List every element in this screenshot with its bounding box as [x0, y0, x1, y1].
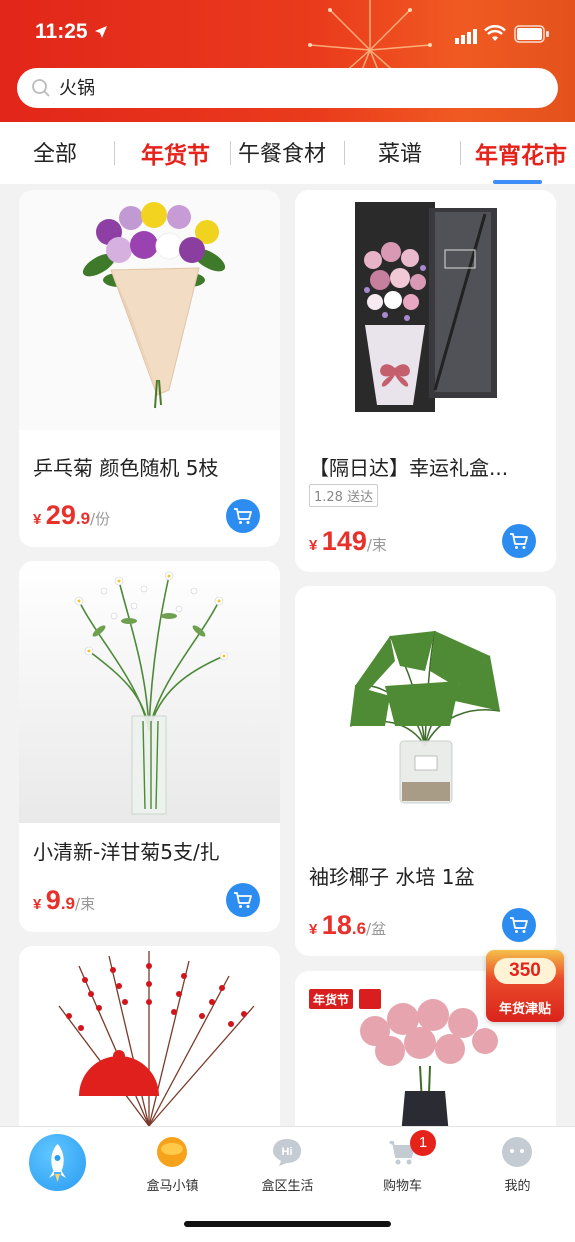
cart-icon: [234, 892, 252, 908]
nav-hema-town[interactable]: 盒马小镇: [115, 1127, 230, 1207]
tab-divider: [114, 141, 115, 165]
price-decimal: .9: [75, 509, 91, 528]
price-unit: /份: [90, 510, 111, 528]
nav-label: 盒马小镇: [146, 1179, 199, 1194]
add-to-cart-button[interactable]: [502, 908, 536, 942]
product-title[interactable]: 小清新-洋甘菊5支/扎: [33, 836, 220, 865]
nav-mine[interactable]: 我的: [460, 1127, 575, 1207]
product-title[interactable]: 【隔日达】幸运礼盒...: [309, 452, 508, 481]
home-button[interactable]: [29, 1134, 86, 1191]
product-price: ¥ 149/束: [309, 526, 387, 557]
tab-divider: [230, 141, 231, 165]
hema-town-icon: [157, 1137, 187, 1167]
category-tabs: 全部 年货节 午餐食材 菜谱 年宵花市: [0, 122, 575, 184]
cart-count-badge: 1: [410, 1130, 436, 1156]
price-unit: /束: [75, 895, 96, 913]
cart-icon: [510, 533, 528, 549]
currency-symbol: ¥: [33, 896, 42, 913]
currency-symbol: ¥: [309, 921, 318, 938]
cellular-signal-icon: [455, 29, 477, 44]
add-to-cart-button[interactable]: [226, 499, 260, 533]
price-decimal: .6: [351, 919, 367, 938]
nav-neighborhood-life[interactable]: Hi 盒区生活: [230, 1127, 345, 1207]
product-image-chamomile: [19, 561, 280, 823]
home-indicator[interactable]: [184, 1221, 391, 1227]
product-image-parlor-palm: [295, 586, 556, 848]
svg-text:Hi: Hi: [282, 1146, 293, 1158]
search-icon: [32, 79, 50, 97]
new-year-allowance-floater[interactable]: 350 年货津贴: [486, 950, 564, 1022]
nav-home[interactable]: [0, 1127, 115, 1207]
festival-badge-label: 年货节: [309, 989, 354, 1009]
product-card[interactable]: 袖珍椰子 水培 1盆 ¥ 18.6/盆: [295, 586, 556, 956]
nav-label: 我的: [504, 1179, 531, 1194]
price-integer: 18: [321, 910, 352, 940]
tab-flower-market[interactable]: 年宵花市: [475, 136, 567, 170]
tab-lunch-ingredients[interactable]: 午餐食材: [238, 136, 326, 168]
rocket-icon: [49, 1144, 66, 1182]
product-image-pingpong-chrysanthemum: [19, 190, 280, 430]
chat-bubble-icon: Hi: [273, 1139, 301, 1166]
price-integer: 9: [45, 885, 61, 915]
cart-icon: [234, 508, 252, 524]
profile-face-icon: [502, 1137, 532, 1167]
header: 11:25: [0, 0, 575, 122]
nav-label: 购物车: [382, 1179, 422, 1194]
product-card[interactable]: 【隔日达】幸运礼盒... 1.28 送达 ¥ 149/束: [295, 190, 556, 572]
product-card[interactable]: 乒乓菊 颜色随机 5枝 ¥ 29.9/份: [19, 190, 280, 547]
currency-symbol: ¥: [33, 511, 42, 528]
product-price: ¥ 9.9/束: [33, 885, 95, 916]
festival-badge-icon: [359, 989, 381, 1009]
product-title[interactable]: 乒乓菊 颜色随机 5枝: [33, 452, 218, 481]
product-price: ¥ 18.6/盆: [309, 910, 386, 941]
add-to-cart-button[interactable]: [226, 883, 260, 917]
tab-divider: [344, 141, 345, 165]
currency-symbol: ¥: [309, 537, 318, 554]
price-unit: /盆: [366, 920, 387, 938]
price-integer: 149: [321, 526, 367, 556]
tab-new-year-goods[interactable]: 年货节: [141, 136, 210, 170]
tab-divider: [460, 141, 461, 165]
allowance-label: 年货津贴: [498, 1002, 551, 1017]
price-integer: 29: [45, 500, 76, 530]
allowance-amount: 350: [494, 958, 556, 984]
product-title[interactable]: 袖珍椰子 水培 1盆: [309, 861, 474, 890]
add-to-cart-button[interactable]: [502, 524, 536, 558]
wifi-icon: [484, 25, 506, 41]
product-card[interactable]: [19, 946, 280, 1146]
delivery-tag: 1.28 送达: [309, 484, 379, 507]
nav-label: 盒区生活: [261, 1179, 314, 1194]
location-arrow-icon: [95, 26, 107, 38]
battery-icon: [514, 25, 549, 43]
product-image-lucky-gift-box: [295, 190, 556, 430]
active-tab-indicator: [493, 180, 542, 184]
search-input[interactable]: [59, 76, 499, 97]
product-image-red-berries: [19, 946, 280, 1146]
tab-recipes[interactable]: 菜谱: [378, 136, 422, 168]
price-decimal: .9: [60, 894, 76, 913]
nav-cart[interactable]: 购物车: [345, 1127, 460, 1207]
product-price: ¥ 29.9/份: [33, 500, 110, 531]
product-card[interactable]: 小清新-洋甘菊5支/扎 ¥ 9.9/束: [19, 561, 280, 932]
search-bar[interactable]: [17, 68, 558, 108]
status-time: 11:25: [35, 20, 88, 43]
status-bar: 11:25: [0, 0, 575, 66]
tab-all[interactable]: 全部: [33, 136, 77, 168]
cart-icon: [510, 917, 528, 933]
price-unit: /束: [366, 536, 387, 554]
